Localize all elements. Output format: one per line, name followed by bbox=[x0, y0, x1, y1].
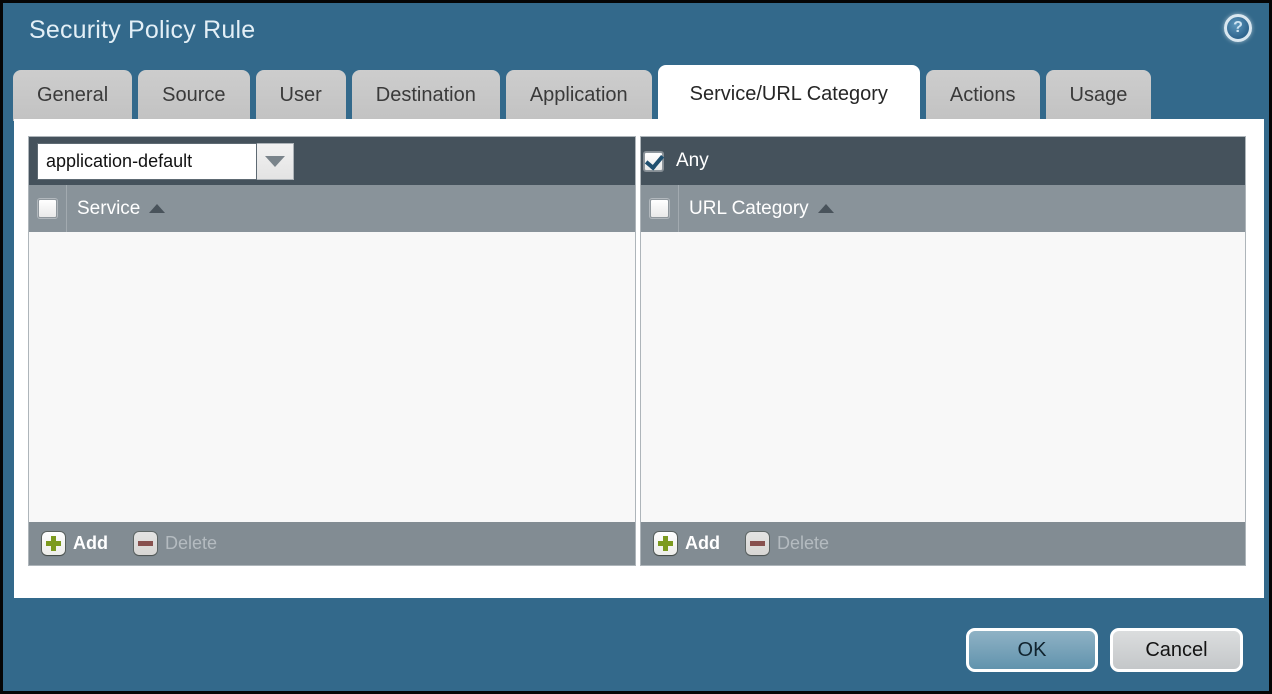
sort-ascending-icon[interactable] bbox=[149, 204, 165, 213]
add-plus-icon bbox=[654, 532, 677, 555]
service-select-all-checkbox[interactable] bbox=[38, 199, 57, 218]
tab-service-url-category[interactable]: Service/URL Category bbox=[658, 65, 920, 123]
chevron-down-icon bbox=[265, 156, 285, 167]
help-button[interactable]: ? bbox=[1224, 14, 1252, 42]
tab-bar: General Source User Destination Applicat… bbox=[13, 65, 1151, 123]
service-add-button[interactable]: Add bbox=[42, 532, 108, 555]
url-category-select-all-checkbox[interactable] bbox=[650, 199, 669, 218]
delete-button-label: Delete bbox=[165, 533, 217, 554]
help-icon: ? bbox=[1233, 19, 1243, 37]
service-delete-button[interactable]: Delete bbox=[134, 532, 217, 555]
add-button-label: Add bbox=[685, 533, 720, 554]
service-panel: application-default Service Add bbox=[28, 136, 636, 566]
delete-minus-icon bbox=[746, 532, 769, 555]
url-category-list bbox=[641, 232, 1245, 522]
url-category-delete-button[interactable]: Delete bbox=[746, 532, 829, 555]
service-header-checkbox-cell bbox=[29, 185, 67, 232]
dialog-title: Security Policy Rule bbox=[29, 16, 255, 45]
url-category-header-checkbox-cell bbox=[641, 185, 679, 232]
cancel-button[interactable]: Cancel bbox=[1110, 628, 1243, 672]
tab-usage[interactable]: Usage bbox=[1046, 70, 1152, 121]
service-column-header: Service bbox=[29, 185, 635, 232]
add-plus-icon bbox=[42, 532, 65, 555]
any-checkbox[interactable] bbox=[644, 152, 663, 171]
service-list bbox=[29, 232, 635, 522]
delete-minus-icon bbox=[134, 532, 157, 555]
service-dropdown[interactable]: application-default bbox=[37, 143, 294, 180]
service-dropdown-button[interactable] bbox=[257, 143, 294, 180]
url-category-panel: Any URL Category Add Delete bbox=[640, 136, 1246, 566]
url-category-panel-topbar: Any bbox=[641, 137, 1245, 185]
tab-application[interactable]: Application bbox=[506, 70, 652, 121]
tab-content-area: application-default Service Add bbox=[14, 119, 1264, 598]
service-column-label: Service bbox=[77, 198, 140, 220]
delete-button-label: Delete bbox=[777, 533, 829, 554]
url-category-column-header: URL Category bbox=[641, 185, 1245, 232]
service-dropdown-value[interactable]: application-default bbox=[37, 143, 257, 180]
add-button-label: Add bbox=[73, 533, 108, 554]
url-category-column-label: URL Category bbox=[689, 198, 809, 220]
tab-destination[interactable]: Destination bbox=[352, 70, 500, 121]
service-panel-footer: Add Delete bbox=[29, 522, 635, 565]
url-category-add-button[interactable]: Add bbox=[654, 532, 720, 555]
tab-general[interactable]: General bbox=[13, 70, 132, 121]
tab-actions[interactable]: Actions bbox=[926, 70, 1040, 121]
tab-user[interactable]: User bbox=[256, 70, 346, 121]
any-checkbox-label: Any bbox=[676, 150, 709, 172]
service-panel-topbar: application-default bbox=[29, 137, 635, 185]
tab-source[interactable]: Source bbox=[138, 70, 249, 121]
security-policy-rule-dialog: Security Policy Rule ? General Source Us… bbox=[0, 0, 1272, 694]
url-category-panel-footer: Add Delete bbox=[641, 522, 1245, 565]
sort-ascending-icon[interactable] bbox=[818, 204, 834, 213]
ok-button[interactable]: OK bbox=[966, 628, 1098, 672]
